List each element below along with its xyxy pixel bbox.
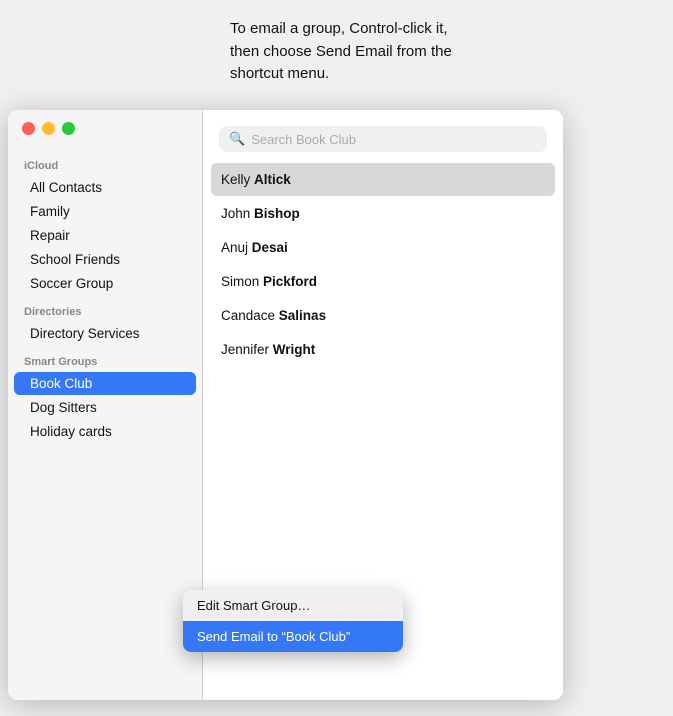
context-menu-send-email[interactable]: Send Email to “Book Club” [183,621,403,652]
directories-section-label: Directories [8,296,202,321]
contact-item-kelly-altick[interactable]: Kelly Altick [211,163,555,196]
contact-item-anuj-desai[interactable]: Anuj Desai [211,231,555,264]
icloud-section-label: iCloud [8,150,202,175]
contact-last-name: Altick [254,172,291,187]
context-menu-edit-smart-group[interactable]: Edit Smart Group… [183,590,403,621]
contact-last-name: Desai [252,240,288,255]
sidebar: iCloud All Contacts Family Repair School… [8,110,203,700]
instruction-area: To email a group, Control-click it, then… [210,0,673,96]
context-menu: Edit Smart Group… Send Email to “Book Cl… [183,590,403,652]
close-button[interactable] [22,122,35,135]
sidebar-item-school-friends[interactable]: School Friends [14,248,196,271]
contact-last-name: Pickford [263,274,317,289]
contact-item-candace-salinas[interactable]: Candace Salinas [211,299,555,332]
search-placeholder: Search Book Club [251,132,356,147]
sidebar-item-book-club[interactable]: Book Club [14,372,196,395]
sidebar-item-repair[interactable]: Repair [14,224,196,247]
sidebar-item-directory-services[interactable]: Directory Services [14,322,196,345]
sidebar-item-dog-sitters[interactable]: Dog Sitters [14,396,196,419]
contact-last-name: Wright [273,342,316,357]
maximize-button[interactable] [62,122,75,135]
contact-last-name: Bishop [254,206,300,221]
instruction-text: To email a group, Control-click it, [230,20,448,37]
contact-last-name: Salinas [279,308,326,323]
sidebar-item-family[interactable]: Family [14,200,196,223]
instruction-text-2: then choose Send Email from the [230,43,452,60]
sidebar-item-holiday-cards[interactable]: Holiday cards [14,420,196,443]
contact-item-jennifer-wright[interactable]: Jennifer Wright [211,333,555,366]
contacts-window: iCloud All Contacts Family Repair School… [8,110,563,700]
sidebar-item-all-contacts[interactable]: All Contacts [14,176,196,199]
sidebar-item-soccer-group[interactable]: Soccer Group [14,272,196,295]
instruction-text-3: shortcut menu. [230,65,329,82]
search-bar-container: 🔍 Search Book Club [203,110,563,162]
search-icon: 🔍 [229,131,245,147]
contact-item-simon-pickford[interactable]: Simon Pickford [211,265,555,298]
contact-item-john-bishop[interactable]: John Bishop [211,197,555,230]
traffic-lights [22,122,75,135]
minimize-button[interactable] [42,122,55,135]
smart-groups-section-label: Smart Groups [8,346,202,371]
search-bar[interactable]: 🔍 Search Book Club [219,126,547,152]
